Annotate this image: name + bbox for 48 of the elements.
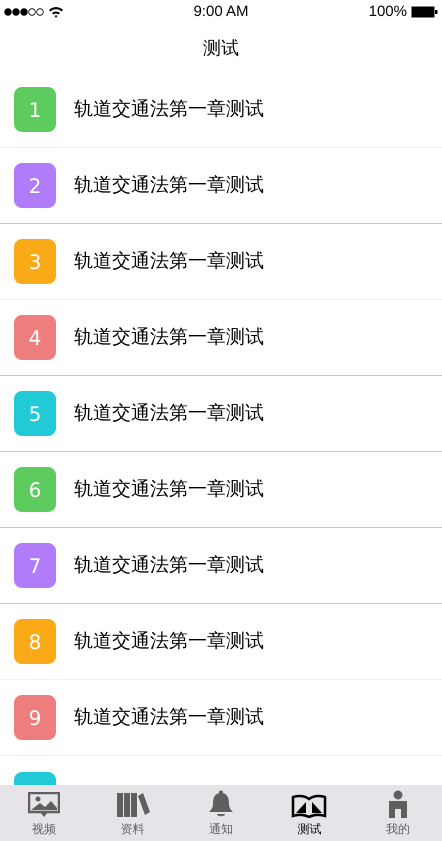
number-tile: 8	[14, 619, 56, 664]
test-list-item[interactable]: 1 轨道交通法第一章测试	[0, 72, 442, 148]
open-book-icon	[291, 794, 328, 818]
number-tile: 5	[14, 391, 56, 436]
test-list-item[interactable]: 8 轨道交通法第一章测试	[0, 604, 442, 680]
tab-label: 测试	[297, 821, 322, 838]
number-tile: 1	[14, 87, 56, 132]
tab-label: 资料	[120, 821, 145, 838]
bell-icon	[208, 790, 234, 818]
tab-label: 通知	[209, 821, 234, 838]
status-time: 9:00 AM	[193, 2, 249, 22]
number-tile: 7	[14, 543, 56, 588]
test-list-item[interactable]: 7 轨道交通法第一章测试	[0, 528, 442, 604]
test-title: 轨道交通法第一章测试	[74, 325, 264, 350]
number-tile: 9	[14, 695, 56, 740]
test-list-item[interactable]: 5 轨道交通法第一章测试	[0, 376, 442, 452]
page-title: 测试	[203, 36, 239, 60]
test-title: 轨道交通法第一章测试	[74, 249, 264, 274]
test-title: 轨道交通法第一章测试	[74, 629, 264, 654]
test-list-item[interactable]: 3 轨道交通法第一章测试	[0, 224, 442, 300]
test-title: 轨道交通法第一章测试	[74, 97, 264, 122]
tab-bar-item[interactable]: 我的	[354, 785, 442, 841]
test-list-item[interactable]: 6 轨道交通法第一章测试	[0, 452, 442, 528]
picture-monitor-icon	[28, 792, 60, 818]
test-title: 轨道交通法第一章测试	[74, 173, 264, 198]
test-title: 轨道交通法第一章测试	[74, 553, 264, 578]
tab-bar-item[interactable]: 通知	[176, 785, 266, 841]
test-list-item[interactable]: 4 轨道交通法第一章测试	[0, 300, 442, 376]
tab-bar-item[interactable]: 资料	[88, 785, 177, 841]
number-tile: 4	[14, 315, 56, 360]
number-tile: 2	[14, 163, 56, 208]
test-list-item[interactable]: 9 轨道交通法第一章测试	[0, 680, 442, 756]
tab-bar-item[interactable]: 视频	[0, 785, 88, 841]
battery-percentage: 100%	[368, 2, 407, 22]
test-list-item[interactable]: 2 轨道交通法第一章测试	[0, 148, 442, 224]
tab-bar-item[interactable]: 测试	[265, 785, 354, 841]
wifi-icon	[48, 6, 64, 18]
person-icon	[386, 790, 409, 818]
tab-label: 视频	[32, 821, 56, 838]
test-title: 轨道交通法第一章测试	[74, 705, 264, 730]
signal-icon	[4, 8, 44, 16]
test-title: 轨道交通法第一章测试	[74, 401, 264, 426]
test-title: 轨道交通法第一章测试	[74, 477, 264, 502]
tab-label: 我的	[386, 821, 410, 838]
number-tile: 3	[14, 239, 56, 284]
books-icon	[116, 792, 150, 818]
number-tile: 6	[14, 467, 56, 512]
battery-icon	[410, 6, 438, 18]
